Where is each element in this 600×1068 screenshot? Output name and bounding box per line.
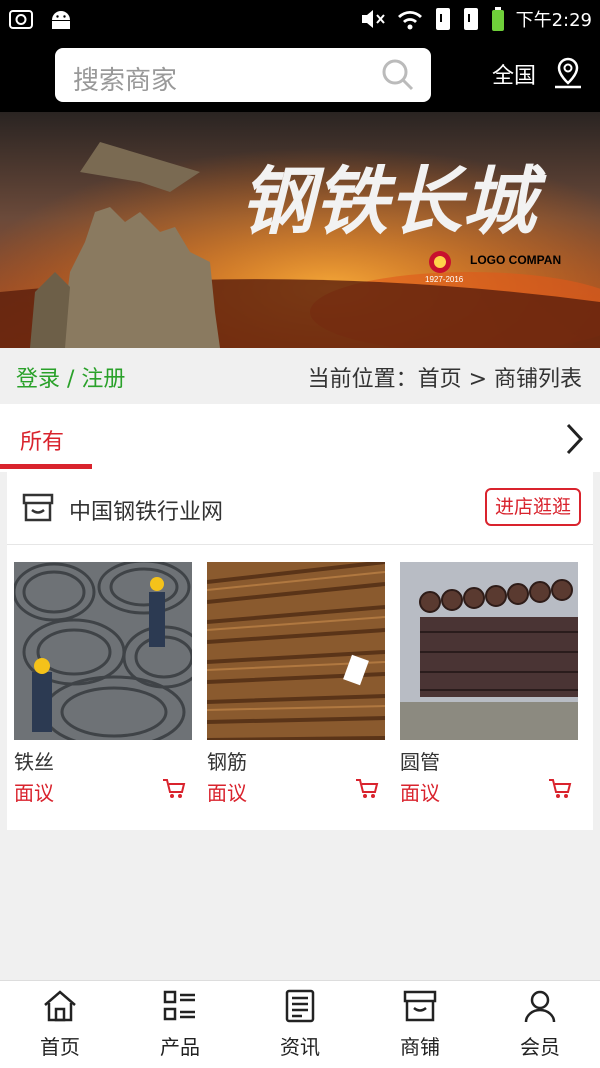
svg-text:钢铁长城: 钢铁长城 [240,159,547,245]
battery-icon [491,7,504,31]
mute-icon [361,10,385,28]
product-name[interactable]: 铁丝 [14,746,192,775]
tab-products[interactable]: 产品 [120,989,240,1060]
store-card: 中国钢铁行业网 进店逛逛 铁丝 面议 钢筋 面议 圆管 面议 [7,472,593,830]
header: 搜索商家 全国 [0,40,600,112]
store-icon [403,990,437,1022]
cart-icon[interactable] [355,778,379,800]
product-card[interactable]: 钢筋 面议 [207,562,385,806]
store-header: 中国钢铁行业网 进店逛逛 [7,472,593,545]
store-name: 中国钢铁行业网 [69,500,224,525]
chevron-right-icon[interactable] [564,422,584,456]
visit-store-button[interactable]: 进店逛逛 [484,488,581,526]
search-icon[interactable] [381,58,415,92]
tab-all[interactable]: 所有 [20,424,64,456]
location-icon[interactable] [552,56,584,90]
banner-logo-text: LOGO COMPAN [470,253,561,267]
status-bar: 下午2:29 [0,0,600,40]
search-input[interactable]: 搜索商家 [55,48,431,102]
product-image[interactable] [14,562,192,740]
search-placeholder: 搜索商家 [73,66,178,96]
banner-image[interactable]: 钢铁长城 LOGO COMPAN 1927-2016 [0,112,600,348]
product-card[interactable]: 铁丝 面议 [14,562,192,806]
sim1-icon [435,8,450,30]
product-card[interactable]: 圆管 面议 [400,562,578,806]
tab-member[interactable]: 会员 [480,989,600,1060]
login-breadcrumb-bar: 登录 / 注册 当前位置：首页 > 商铺列表 [0,348,600,404]
tab-news-label: 资讯 [280,1035,320,1059]
region-selector[interactable]: 全国 [492,58,536,90]
home-icon [44,990,76,1022]
tab-news[interactable]: 资讯 [240,989,360,1060]
android-icon [52,11,70,29]
login-register-link[interactable]: 登录 / 注册 [16,361,125,393]
cart-icon[interactable] [548,778,572,800]
tab-active-indicator [0,464,92,469]
product-image[interactable] [207,562,385,740]
tab-home[interactable]: 首页 [0,989,120,1060]
user-icon [524,990,556,1023]
banner-calligraphy: 钢铁长城 [240,159,547,245]
product-name[interactable]: 圆管 [400,746,578,775]
tab-stores[interactable]: 商铺 [360,989,480,1060]
tab-stores-label: 商铺 [400,1035,440,1059]
wifi-icon [397,11,422,30]
product-name[interactable]: 钢筋 [207,746,385,775]
sim2-icon [463,8,478,30]
screenshot-icon [9,10,33,29]
news-icon [285,989,315,1023]
category-tabs: 所有 [0,404,600,472]
list-icon [163,990,195,1021]
banner-years: 1927-2016 [425,275,464,284]
breadcrumb: 当前位置：首页 > 商铺列表 [307,367,582,392]
status-time: 下午2:29 [515,10,592,31]
cart-icon[interactable] [162,778,186,800]
tab-member-label: 会员 [520,1035,560,1059]
tab-home-label: 首页 [40,1035,80,1059]
tab-products-label: 产品 [160,1035,200,1059]
product-image[interactable] [400,562,578,740]
bottom-tab-bar: 首页 产品 资讯 商铺 会员 [0,980,600,1068]
store-icon [22,493,54,522]
